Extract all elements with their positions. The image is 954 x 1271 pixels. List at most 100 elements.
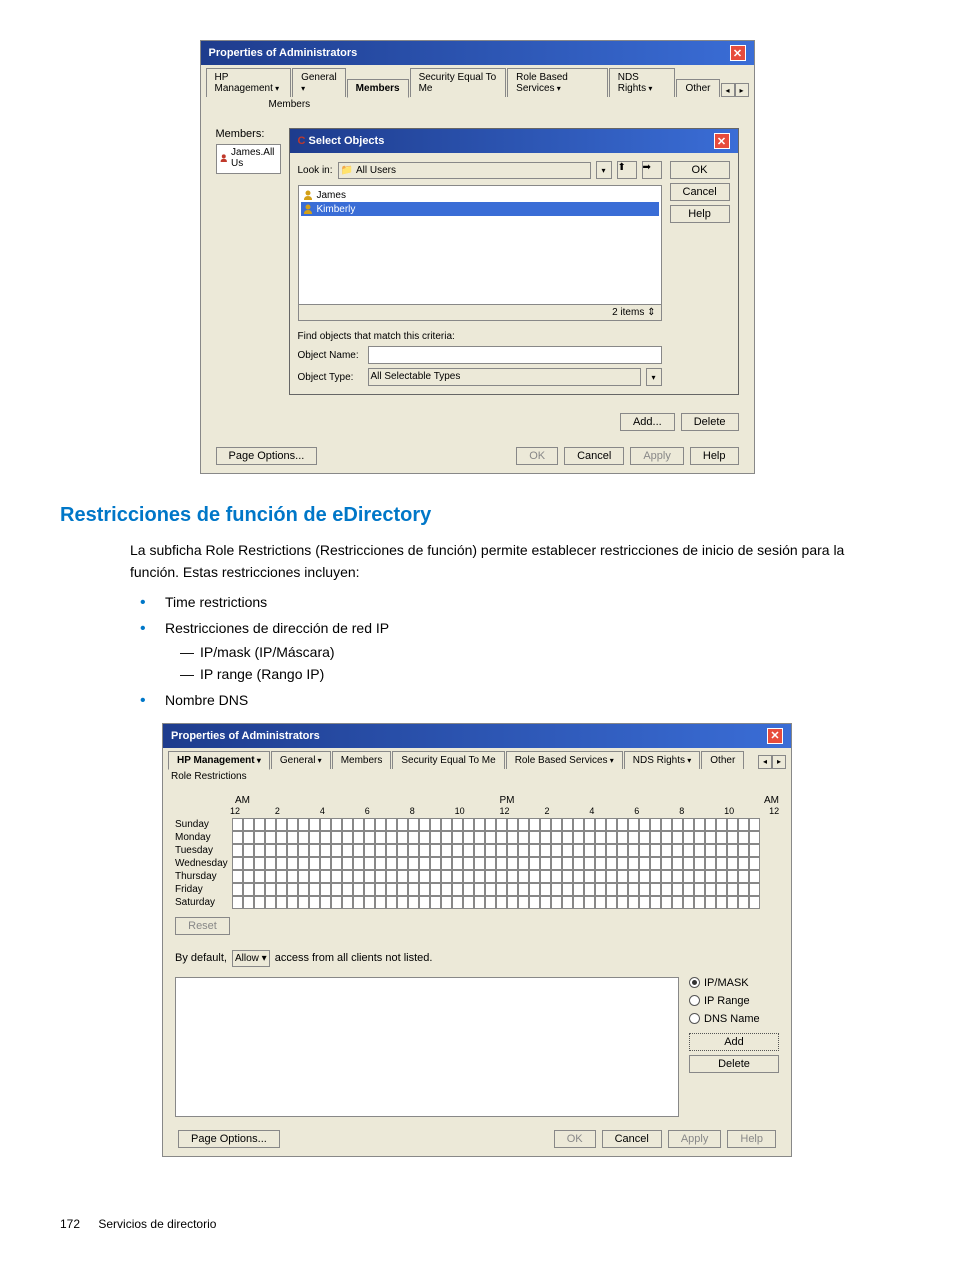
time-cell[interactable] (606, 870, 617, 883)
time-cell[interactable] (452, 844, 463, 857)
time-cell[interactable] (474, 870, 485, 883)
time-cell[interactable] (320, 870, 331, 883)
time-cell[interactable] (463, 896, 474, 909)
time-cell[interactable] (463, 831, 474, 844)
time-cell[interactable] (518, 831, 529, 844)
time-cell[interactable] (243, 844, 254, 857)
time-cell[interactable] (749, 857, 760, 870)
time-cell[interactable] (595, 896, 606, 909)
time-cell[interactable] (595, 818, 606, 831)
time-cell[interactable] (320, 831, 331, 844)
tab-members[interactable]: Members (347, 79, 409, 98)
time-cell[interactable] (474, 844, 485, 857)
time-cell[interactable] (232, 857, 243, 870)
time-cell[interactable] (298, 818, 309, 831)
time-cell[interactable] (540, 844, 551, 857)
time-cell[interactable] (507, 857, 518, 870)
object-list[interactable]: James Kimberly (298, 185, 662, 305)
time-cell[interactable] (628, 870, 639, 883)
time-cell[interactable] (650, 857, 661, 870)
time-cell[interactable] (430, 818, 441, 831)
time-cell[interactable] (551, 896, 562, 909)
time-cell[interactable] (672, 870, 683, 883)
time-cell[interactable] (716, 857, 727, 870)
time-cell[interactable] (705, 818, 716, 831)
time-cell[interactable] (551, 870, 562, 883)
time-cell[interactable] (397, 831, 408, 844)
time-cell[interactable] (254, 857, 265, 870)
time-cell[interactable] (353, 896, 364, 909)
time-cell[interactable] (441, 818, 452, 831)
time-cell[interactable] (716, 883, 727, 896)
time-cell[interactable] (529, 844, 540, 857)
time-cell[interactable] (562, 883, 573, 896)
time-cell[interactable] (320, 818, 331, 831)
reset-button[interactable]: Reset (175, 917, 230, 935)
time-cell[interactable] (738, 870, 749, 883)
time-cell[interactable] (375, 896, 386, 909)
time-cell[interactable] (232, 883, 243, 896)
time-cell[interactable] (562, 870, 573, 883)
time-cell[interactable] (287, 896, 298, 909)
time-cell[interactable] (650, 844, 661, 857)
page-options-button[interactable]: Page Options... (216, 447, 318, 465)
time-cell[interactable] (672, 831, 683, 844)
time-cell[interactable] (243, 896, 254, 909)
time-cell[interactable] (672, 883, 683, 896)
time-cell[interactable] (727, 831, 738, 844)
time-cell[interactable] (375, 857, 386, 870)
time-cell[interactable] (408, 857, 419, 870)
time-cell[interactable] (441, 896, 452, 909)
tab-other[interactable]: Other (676, 79, 719, 97)
time-cell[interactable] (606, 844, 617, 857)
time-cell[interactable] (639, 896, 650, 909)
cancel-button[interactable]: Cancel (670, 183, 730, 201)
time-cell[interactable] (661, 818, 672, 831)
time-cell[interactable] (705, 844, 716, 857)
tab-members[interactable]: Members (332, 751, 392, 769)
time-cell[interactable] (452, 831, 463, 844)
time-cell[interactable] (606, 818, 617, 831)
time-cell[interactable] (705, 896, 716, 909)
time-cell[interactable] (463, 818, 474, 831)
time-cell[interactable] (683, 883, 694, 896)
time-cell[interactable] (364, 896, 375, 909)
time-cell[interactable] (419, 818, 430, 831)
time-cell[interactable] (749, 831, 760, 844)
scroll-right-icon[interactable]: ▸ (735, 83, 749, 97)
time-cell[interactable] (639, 870, 650, 883)
time-cell[interactable] (397, 844, 408, 857)
time-cell[interactable] (518, 844, 529, 857)
time-cell[interactable] (694, 818, 705, 831)
time-cell[interactable] (375, 818, 386, 831)
time-cell[interactable] (397, 857, 408, 870)
time-cell[interactable] (485, 857, 496, 870)
time-cell[interactable] (650, 831, 661, 844)
time-cell[interactable] (562, 818, 573, 831)
time-cell[interactable] (474, 896, 485, 909)
time-cell[interactable] (485, 896, 496, 909)
time-cell[interactable] (309, 870, 320, 883)
time-cell[interactable] (430, 883, 441, 896)
time-cell[interactable] (606, 883, 617, 896)
time-cell[interactable] (375, 883, 386, 896)
time-cell[interactable] (298, 896, 309, 909)
time-cell[interactable] (727, 844, 738, 857)
time-cell[interactable] (243, 857, 254, 870)
time-cell[interactable] (540, 896, 551, 909)
time-cell[interactable] (661, 831, 672, 844)
time-cell[interactable] (386, 818, 397, 831)
time-cell[interactable] (287, 844, 298, 857)
time-cell[interactable] (573, 818, 584, 831)
time-cell[interactable] (628, 883, 639, 896)
time-cell[interactable] (573, 844, 584, 857)
time-cell[interactable] (562, 844, 573, 857)
tab-nds-rights[interactable]: NDS Rights (609, 68, 676, 97)
time-cell[interactable] (540, 883, 551, 896)
time-cell[interactable] (716, 844, 727, 857)
time-cell[interactable] (584, 896, 595, 909)
time-cell[interactable] (540, 818, 551, 831)
scroll-left-icon[interactable]: ◂ (758, 755, 772, 769)
time-cell[interactable] (364, 857, 375, 870)
time-cell[interactable] (309, 831, 320, 844)
